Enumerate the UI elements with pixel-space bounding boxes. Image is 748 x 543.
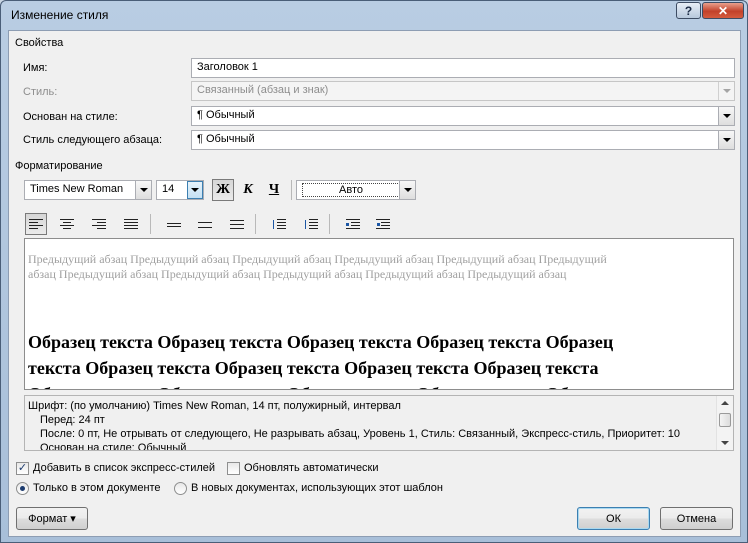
help-button[interactable]: ? bbox=[676, 2, 701, 19]
new-documents-label[interactable]: В новых документах, использующих этот ша… bbox=[191, 482, 443, 494]
preview-previous-paragraph: Предыдущий абзац Предыдущий абзац Предыд… bbox=[28, 252, 607, 281]
name-input[interactable]: Заголовок 1 bbox=[191, 58, 735, 78]
description-line: После: 0 пт, Не отрывать от следующего, … bbox=[40, 428, 681, 440]
description-line: Перед: 24 пт bbox=[40, 414, 105, 426]
description-line: Основан на стиле: Обычный bbox=[40, 442, 187, 451]
ok-button[interactable]: ОК bbox=[577, 507, 650, 530]
font-size-select[interactable]: 14 bbox=[156, 180, 204, 200]
add-to-quick-styles-checkbox[interactable]: ✓ bbox=[16, 462, 29, 475]
style-preview: Предыдущий абзац Предыдущий абзац Предыд… bbox=[24, 238, 734, 390]
next-style-value: ¶ Обычный bbox=[197, 133, 255, 145]
auto-update-label[interactable]: Обновлять автоматически bbox=[244, 462, 379, 474]
chevron-down-icon[interactable] bbox=[718, 107, 734, 125]
next-style-select[interactable]: ¶ Обычный bbox=[191, 130, 735, 150]
chevron-down-icon[interactable] bbox=[399, 181, 415, 199]
toolbar-separator bbox=[150, 214, 151, 234]
font-color-select[interactable]: Авто bbox=[296, 180, 416, 200]
only-this-document-label[interactable]: Только в этом документе bbox=[33, 482, 161, 494]
font-color-value: Авто bbox=[302, 183, 400, 197]
formatting-group-label: Форматирование bbox=[15, 160, 103, 172]
line-spacing-double-icon[interactable] bbox=[226, 213, 248, 235]
scroll-up-icon[interactable] bbox=[721, 401, 729, 405]
line-spacing-single-icon[interactable] bbox=[163, 213, 185, 235]
properties-group-label: Свойства bbox=[15, 37, 64, 49]
chevron-down-icon[interactable] bbox=[187, 181, 203, 199]
font-name-value: Times New Roman bbox=[30, 183, 124, 195]
font-name-select[interactable]: Times New Roman bbox=[24, 180, 152, 200]
style-description-text: Шрифт: (по умолчанию) Times New Roman, 1… bbox=[28, 399, 718, 451]
toolbar-separator bbox=[255, 214, 256, 234]
chevron-down-icon[interactable] bbox=[135, 181, 151, 199]
chevron-down-icon bbox=[718, 82, 734, 100]
window-title: Изменение стиля bbox=[11, 8, 109, 22]
indent-increase-icon[interactable] bbox=[372, 213, 394, 235]
based-on-select[interactable]: ¶ Обычный bbox=[191, 106, 735, 126]
scroll-down-icon[interactable] bbox=[721, 441, 729, 445]
style-type-label: Стиль: bbox=[23, 86, 58, 98]
description-line: Шрифт: (по умолчанию) Times New Roman, 1… bbox=[28, 400, 401, 412]
font-size-value: 14 bbox=[162, 183, 175, 195]
based-on-label: Основан на стиле: bbox=[23, 111, 118, 123]
style-type-select: Связанный (абзац и знак) bbox=[191, 81, 735, 101]
italic-button[interactable]: К bbox=[237, 179, 259, 201]
line-spacing-1-5-icon[interactable] bbox=[194, 213, 216, 235]
toolbar-separator bbox=[291, 180, 292, 200]
add-to-quick-styles-label[interactable]: Добавить в список экспресс-стилей bbox=[33, 462, 215, 474]
auto-update-checkbox[interactable] bbox=[227, 462, 240, 475]
close-button[interactable]: ✕ bbox=[702, 2, 744, 19]
style-type-value: Связанный (абзац и знак) bbox=[197, 84, 329, 96]
chevron-down-icon[interactable] bbox=[718, 131, 734, 149]
style-description: Шрифт: (по умолчанию) Times New Roman, 1… bbox=[24, 395, 734, 451]
format-button[interactable]: Формат ▾ bbox=[16, 507, 88, 530]
justify-icon[interactable] bbox=[120, 213, 142, 235]
space-before-decrease-icon[interactable] bbox=[300, 213, 322, 235]
align-left-icon[interactable] bbox=[25, 213, 47, 235]
scroll-thumb[interactable] bbox=[719, 413, 731, 427]
next-style-label: Стиль следующего абзаца: bbox=[23, 134, 163, 146]
underline-button[interactable]: Ч bbox=[263, 179, 285, 201]
space-before-increase-icon[interactable] bbox=[268, 213, 290, 235]
bold-button[interactable]: Ж bbox=[212, 179, 234, 201]
align-center-icon[interactable] bbox=[56, 213, 78, 235]
name-label: Имя: bbox=[23, 62, 48, 74]
indent-decrease-icon[interactable] bbox=[342, 213, 364, 235]
cancel-button[interactable]: Отмена bbox=[660, 507, 733, 530]
align-right-icon[interactable] bbox=[88, 213, 110, 235]
dialog-content: Свойства Имя: Заголовок 1 Стиль: Связанн… bbox=[8, 30, 741, 537]
toolbar-separator bbox=[329, 214, 330, 234]
new-documents-radio[interactable] bbox=[174, 482, 187, 495]
dialog-window: Изменение стиля ? ✕ Свойства Имя: Заголо… bbox=[0, 0, 748, 543]
title-bar[interactable]: Изменение стиля ? ✕ bbox=[1, 1, 747, 30]
only-this-document-radio[interactable] bbox=[16, 482, 29, 495]
description-scrollbar[interactable] bbox=[716, 396, 733, 450]
preview-sample-text: Образец текста Образец текста Образец те… bbox=[28, 332, 614, 389]
based-on-value: ¶ Обычный bbox=[197, 109, 255, 121]
